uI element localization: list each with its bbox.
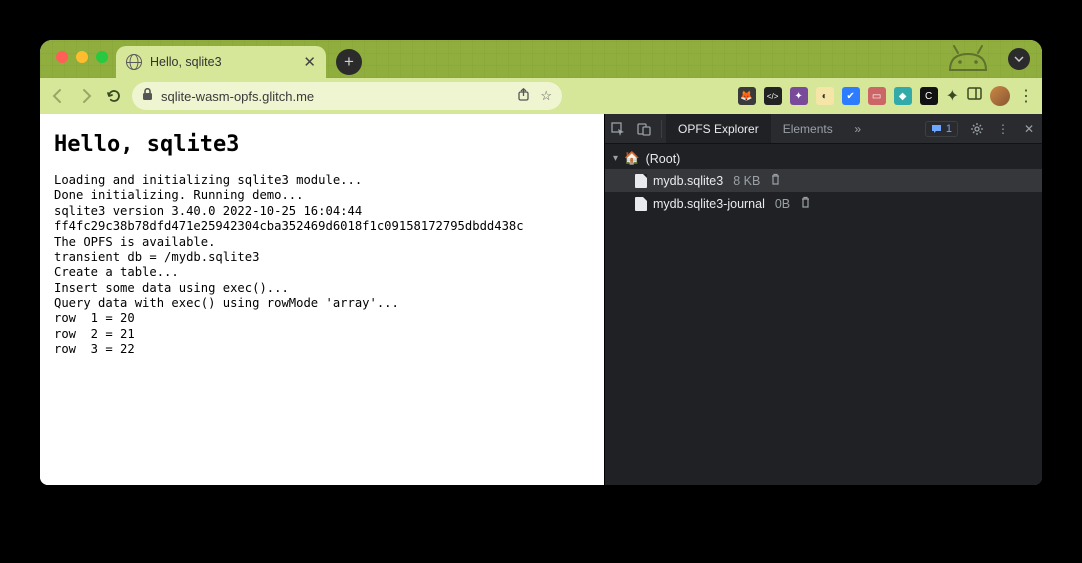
file-icon — [635, 197, 647, 211]
tab-strip: Hello, sqlite3 ✕ + — [40, 40, 1042, 78]
root-label: (Root) — [646, 152, 681, 166]
devtools-settings-icon[interactable] — [964, 114, 990, 143]
delete-file-icon[interactable] — [800, 196, 811, 211]
page-viewport: Hello, sqlite3 Loading and initializing … — [40, 114, 604, 485]
browser-window: Hello, sqlite3 ✕ + sqlite-wasm-opfs.glit… — [40, 40, 1042, 485]
close-window-button[interactable] — [56, 51, 68, 63]
window-menu-button[interactable] — [1008, 48, 1030, 70]
content-area: Hello, sqlite3 Loading and initializing … — [40, 114, 1042, 485]
devtools-tabbar: OPFS Explorer Elements » 1 ⋮ ✕ — [605, 114, 1042, 144]
browser-toolbar: sqlite-wasm-opfs.glitch.me ☆ 🦊 </> ✦ ◐ ✔… — [40, 78, 1042, 114]
extension-icon[interactable]: ✦ — [790, 87, 808, 105]
window-controls — [52, 40, 116, 78]
share-icon[interactable] — [517, 88, 530, 104]
extensions-area: 🦊 </> ✦ ◐ ✔ ▭ ◆ C ✦ ⋮ — [738, 86, 1034, 106]
tree-root[interactable]: ▾ 🏠 (Root) — [605, 148, 1042, 169]
divider — [661, 120, 662, 138]
file-size: 8 KB — [733, 174, 760, 188]
url-text: sqlite-wasm-opfs.glitch.me — [161, 89, 509, 104]
profile-avatar[interactable] — [990, 86, 1010, 106]
globe-icon — [126, 54, 142, 70]
browser-tab[interactable]: Hello, sqlite3 ✕ — [116, 46, 326, 78]
tree-file-row[interactable]: mydb.sqlite3-journal 0B — [605, 192, 1042, 215]
opfs-tree: ▾ 🏠 (Root) mydb.sqlite3 8 KB mydb.sqlite… — [605, 144, 1042, 485]
devtools-tab-opfs[interactable]: OPFS Explorer — [666, 114, 771, 143]
extension-icon[interactable]: ◐ — [816, 87, 834, 105]
bookmark-star-icon[interactable]: ☆ — [540, 88, 552, 104]
file-size: 0B — [775, 197, 790, 211]
new-tab-button[interactable]: + — [336, 49, 362, 75]
lock-icon — [142, 88, 153, 104]
extension-icon[interactable]: ✔ — [842, 87, 860, 105]
extension-icon[interactable]: C — [920, 87, 938, 105]
maximize-window-button[interactable] — [96, 51, 108, 63]
file-name: mydb.sqlite3 — [653, 174, 723, 188]
devtools-panel: OPFS Explorer Elements » 1 ⋮ ✕ ▾ 🏠 (Root… — [604, 114, 1042, 485]
file-icon — [635, 174, 647, 188]
delete-file-icon[interactable] — [770, 173, 781, 188]
tab-title: Hello, sqlite3 — [150, 55, 295, 69]
side-panel-icon[interactable] — [967, 87, 982, 105]
address-bar[interactable]: sqlite-wasm-opfs.glitch.me ☆ — [132, 82, 562, 110]
back-button[interactable] — [48, 86, 68, 106]
console-log: Loading and initializing sqlite3 module.… — [54, 173, 590, 358]
extensions-puzzle-icon[interactable]: ✦ — [946, 86, 959, 106]
extension-icon[interactable]: ▭ — [868, 87, 886, 105]
caret-down-icon: ▾ — [613, 153, 618, 164]
device-toggle-icon[interactable] — [631, 114, 657, 143]
reload-button[interactable] — [104, 86, 124, 106]
extension-icon[interactable]: ◆ — [894, 87, 912, 105]
tree-file-row[interactable]: mydb.sqlite3 8 KB — [605, 169, 1042, 192]
minimize-window-button[interactable] — [76, 51, 88, 63]
forward-button[interactable] — [76, 86, 96, 106]
file-name: mydb.sqlite3-journal — [653, 197, 765, 211]
extension-icon[interactable]: </> — [764, 87, 782, 105]
page-heading: Hello, sqlite3 — [54, 132, 590, 157]
devtools-tab-elements[interactable]: Elements — [771, 114, 845, 143]
devtools-menu-icon[interactable]: ⋮ — [990, 114, 1016, 143]
browser-menu-icon[interactable]: ⋮ — [1018, 86, 1034, 106]
home-icon: 🏠 — [624, 151, 640, 166]
extension-icon[interactable]: 🦊 — [738, 87, 756, 105]
close-tab-button[interactable]: ✕ — [303, 53, 316, 71]
android-logo-icon — [944, 44, 992, 72]
devtools-close-icon[interactable]: ✕ — [1016, 114, 1042, 143]
more-tabs-chevron-icon[interactable]: » — [845, 114, 871, 143]
inspect-element-icon[interactable] — [605, 114, 631, 143]
omnibox-actions: ☆ — [517, 88, 552, 104]
issues-badge[interactable]: 1 — [925, 121, 958, 137]
